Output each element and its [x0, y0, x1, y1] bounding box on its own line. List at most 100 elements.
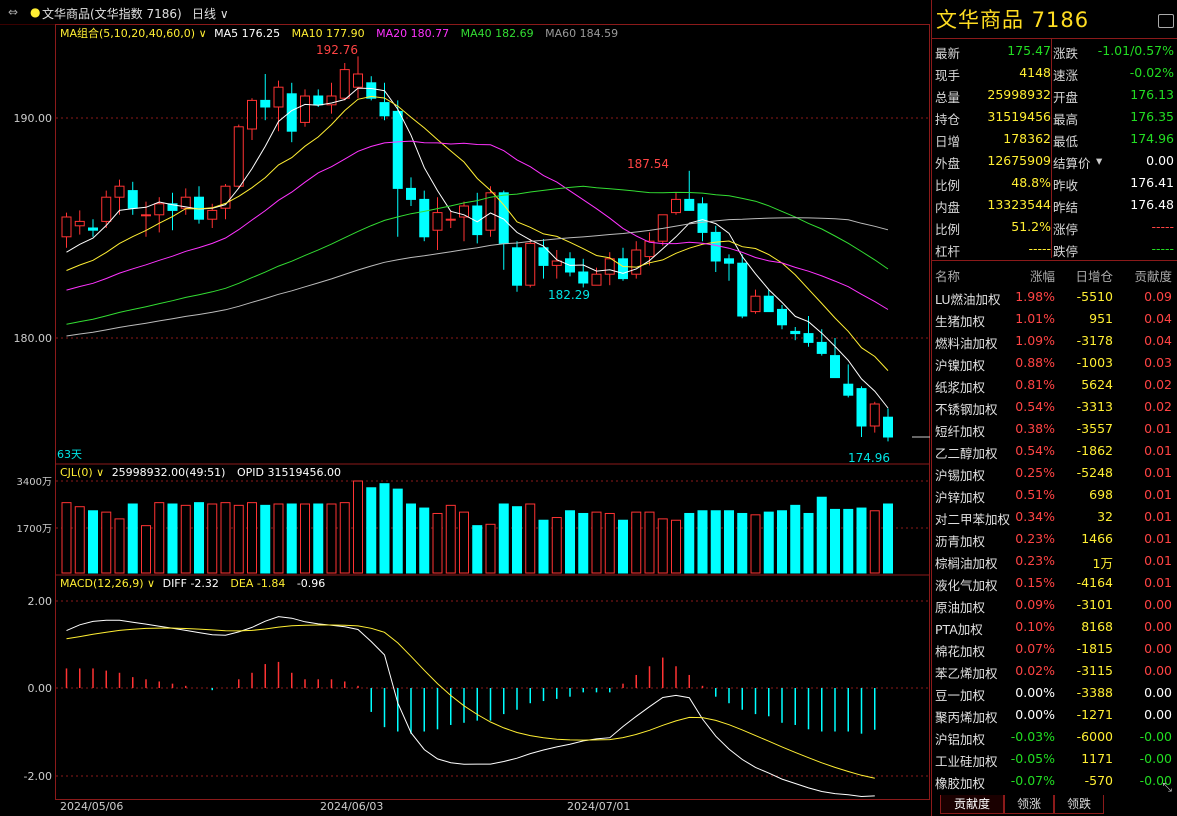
volume-bar: [512, 506, 522, 574]
daily-oi-change: -3115: [1076, 663, 1113, 678]
contribution-row[interactable]: 工业硅加权 -0.05% 1171 -0.00: [932, 748, 1177, 770]
quote-value: 178362: [1003, 131, 1051, 146]
daily-oi-change: -1271: [1076, 707, 1113, 722]
contribution-row[interactable]: 聚丙烯加权 0.00% -1271 0.00: [932, 704, 1177, 726]
quote-value: -----: [1151, 219, 1174, 234]
volume-bar: [154, 502, 165, 574]
contribution-row[interactable]: 液化气加权 0.15% -4164 0.01: [932, 572, 1177, 594]
tab-contribution[interactable]: 贡献度: [940, 795, 1004, 814]
contribution-row[interactable]: 纸浆加权 0.81% 5624 0.02: [932, 374, 1177, 396]
candle-body: [127, 190, 138, 209]
swing-high-label: 187.54: [627, 157, 669, 171]
contribution-row[interactable]: 橡胶加权 -0.07% -570 -0.00: [932, 770, 1177, 792]
contribution-value: 0.01: [1144, 487, 1172, 502]
moving-average-lines: [66, 87, 889, 409]
contribution-value: 0.09: [1144, 289, 1172, 304]
volume-bar: [273, 503, 284, 574]
quote-value: 176.48: [1130, 197, 1174, 212]
candle-body: [88, 227, 98, 231]
contribution-row[interactable]: 棕榈油加权 0.23% 1万 0.01: [932, 550, 1177, 572]
contribution-row[interactable]: 原油加权 0.09% -3101 0.00: [932, 594, 1177, 616]
settlement-dropdown-icon[interactable]: ▾: [1096, 153, 1102, 168]
contract-name: 生猪加权: [935, 314, 986, 329]
volume-bar: [604, 512, 615, 574]
contribution-row[interactable]: 乙二醇加权 0.54% -1862 0.01: [932, 440, 1177, 462]
volume-bars: [61, 480, 893, 574]
contribution-row[interactable]: PTA加权 0.10% 8168 0.00: [932, 616, 1177, 638]
tab-top-gainers[interactable]: 领涨: [1004, 795, 1054, 814]
volume-bar: [485, 523, 496, 574]
quote-separator-bottom: [932, 260, 1177, 261]
link-icon[interactable]: ⇔: [8, 5, 18, 19]
volume-bar: [591, 511, 602, 574]
change-percent: 0.09%: [1015, 597, 1055, 612]
daily-oi-change: 5624: [1081, 377, 1113, 392]
chart-area[interactable]: 190.00 180.00 3400万 1700万 2.00 0.00 -2.0…: [0, 24, 930, 816]
macd-indicator-label: MACD(12,26,9): [60, 577, 144, 590]
instrument-name[interactable]: 文华商品(文华指数 7186): [42, 5, 182, 22]
contract-name: 棉花加权: [935, 644, 986, 659]
contract-name: 工业硅加权: [935, 754, 998, 769]
volume-bar: [74, 506, 85, 574]
contribution-row[interactable]: 不锈钢加权 0.54% -3313 0.02: [932, 396, 1177, 418]
contract-name: 沪锌加权: [935, 490, 986, 505]
column-header[interactable]: 贡献度: [1134, 266, 1172, 285]
contribution-row[interactable]: 苯乙烯加权 0.02% -3115 0.00: [932, 660, 1177, 682]
restore-window-icon[interactable]: [1158, 14, 1174, 28]
volume-bar: [631, 511, 642, 574]
high-price-label: 192.76: [316, 43, 358, 57]
contribution-row[interactable]: 沥青加权 0.23% 1466 0.01: [932, 528, 1177, 550]
candle-body: [724, 258, 734, 264]
change-percent: -0.05%: [1010, 751, 1055, 766]
volume-bar: [379, 483, 390, 574]
contribution-value: 0.02: [1144, 377, 1172, 392]
contribution-row[interactable]: 沪锌加权 0.51% 698 0.01: [932, 484, 1177, 506]
change-percent: 0.34%: [1015, 509, 1055, 524]
volume-bar: [432, 512, 443, 574]
candle-body: [445, 218, 456, 221]
contribution-row[interactable]: 豆一加权 0.00% -3388 0.00: [932, 682, 1177, 704]
contribution-row[interactable]: 对二甲苯加权 0.34% 32 0.01: [932, 506, 1177, 528]
macd-histogram: [65, 616, 876, 798]
contribution-row[interactable]: 生猪加权 1.01% 951 0.04: [932, 308, 1177, 330]
expand-icon[interactable]: ⤡: [1162, 780, 1172, 795]
contribution-value: -0.00: [1139, 751, 1172, 766]
volume-indicator-label: CJL(0): [60, 466, 93, 479]
column-header[interactable]: 名称: [935, 266, 960, 285]
column-header[interactable]: 日增仓: [1075, 266, 1113, 285]
candle-body: [247, 99, 257, 130]
candle-body: [300, 95, 310, 123]
contribution-row[interactable]: 沪锡加权 0.25% -5248 0.01: [932, 462, 1177, 484]
quote-row: 持仓 31519456 最高 176.35: [932, 106, 1177, 128]
volume-bar: [869, 510, 880, 574]
quote-value: 176.41: [1130, 175, 1174, 190]
quote-label: 比例: [935, 178, 961, 193]
column-header[interactable]: 涨幅: [1030, 266, 1055, 285]
contract-name: LU燃油加权: [935, 292, 1001, 307]
contribution-value: 0.00: [1144, 663, 1172, 678]
contribution-value: 0.04: [1144, 311, 1172, 326]
contribution-value: 0.01: [1144, 531, 1172, 546]
quote-label: 跌停: [1053, 244, 1079, 259]
candle-body: [578, 271, 589, 284]
contribution-row[interactable]: 棉花加权 0.07% -1815 0.00: [932, 638, 1177, 660]
quote-label: 昨结: [1053, 200, 1079, 215]
volume-bar: [657, 518, 668, 574]
change-percent: 0.54%: [1015, 443, 1055, 458]
period-selector[interactable]: 日线 ∨: [192, 5, 229, 22]
contract-name: 不锈钢加权: [935, 402, 998, 417]
change-percent: 0.10%: [1015, 619, 1055, 634]
quote-label: 总量: [935, 90, 961, 105]
volume-bar: [61, 502, 72, 574]
quote-label: 持仓: [935, 112, 961, 127]
contribution-row[interactable]: 短纤加权 0.38% -3557 0.01: [932, 418, 1177, 440]
contribution-row[interactable]: 沪镍加权 0.88% -1003 0.03: [932, 352, 1177, 374]
daily-oi-change: -1815: [1076, 641, 1113, 656]
contribution-row[interactable]: LU燃油加权 1.98% -5510 0.09: [932, 286, 1177, 308]
contract-name: 沪铝加权: [935, 732, 986, 747]
contribution-row[interactable]: 燃料油加权 1.09% -3178 0.04: [932, 330, 1177, 352]
contribution-row[interactable]: 沪铝加权 -0.03% -6000 -0.00: [932, 726, 1177, 748]
tab-top-losers[interactable]: 领跌: [1054, 795, 1104, 814]
quote-row: 总量 25998932 开盘 176.13: [932, 84, 1177, 106]
contract-name: 橡胶加权: [935, 776, 986, 791]
